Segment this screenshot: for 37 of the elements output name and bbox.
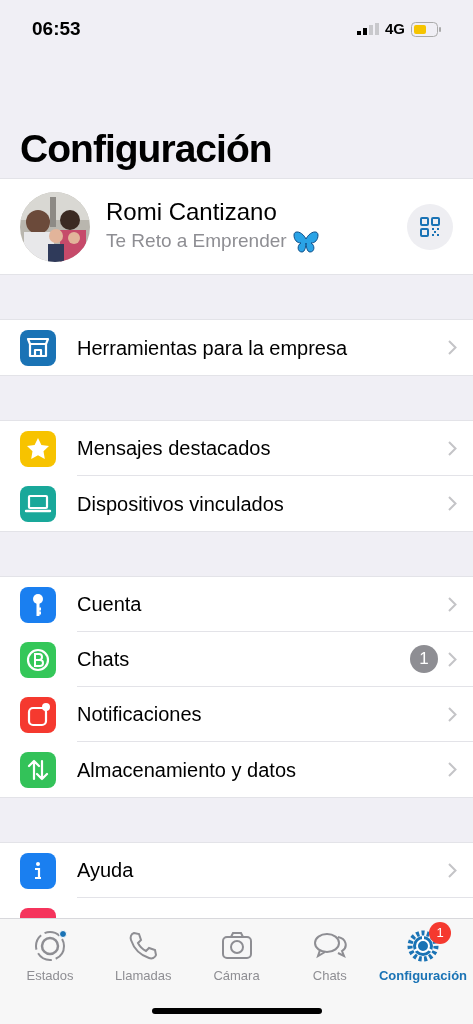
network-label: 4G [385, 18, 405, 39]
signal-icon [357, 23, 379, 35]
tab-item[interactable]: 1 Configuración [377, 921, 469, 986]
butterfly-icon [292, 230, 319, 253]
page-title: Configuración [20, 129, 272, 168]
battery-icon [411, 21, 441, 37]
chevron-icon [448, 440, 457, 456]
settings-row[interactable]: Almacenamiento y datos [0, 742, 473, 797]
status-time: 06:53 [32, 16, 81, 41]
chevron-icon [448, 340, 457, 355]
row-label: Cuenta [77, 592, 143, 617]
chevron-icon [448, 706, 457, 722]
settings-row[interactable]: Cuenta [0, 577, 473, 632]
qr-code-button[interactable] [407, 203, 453, 250]
notification-badge: 1 [429, 922, 451, 944]
profile-about: Te Reto a Emprender [106, 229, 287, 254]
chevron-icon [448, 651, 457, 667]
settings-row[interactable]: Notificaciones [0, 687, 473, 742]
row-label: Dispositivos vinculados [77, 491, 285, 517]
chevron-icon [448, 862, 457, 878]
qr-code-icon [419, 215, 441, 238]
status-icon [32, 928, 68, 964]
row-label: Notificaciones [77, 702, 203, 727]
chevron-icon [448, 596, 457, 612]
settings-row[interactable]: Dispositivos vinculados [0, 476, 473, 531]
row-label: Mensajes destacados [77, 436, 272, 461]
row-label: Almacenamiento y datos [77, 757, 297, 783]
settings-row[interactable]: Chats 1 [0, 632, 473, 687]
row-label: Herramientas para la empresa [77, 335, 349, 361]
settings-row[interactable]: Herramientas para la empresa [0, 320, 473, 375]
row-label: Chats [77, 647, 131, 672]
row-label: Ayuda [77, 858, 135, 883]
profile-name: Romi Cantizano [106, 197, 278, 228]
chevron-icon [448, 496, 457, 511]
chevron-icon [448, 762, 457, 777]
count-badge: 1 [410, 645, 438, 673]
settings-row[interactable]: Mensajes destacados [0, 421, 473, 476]
